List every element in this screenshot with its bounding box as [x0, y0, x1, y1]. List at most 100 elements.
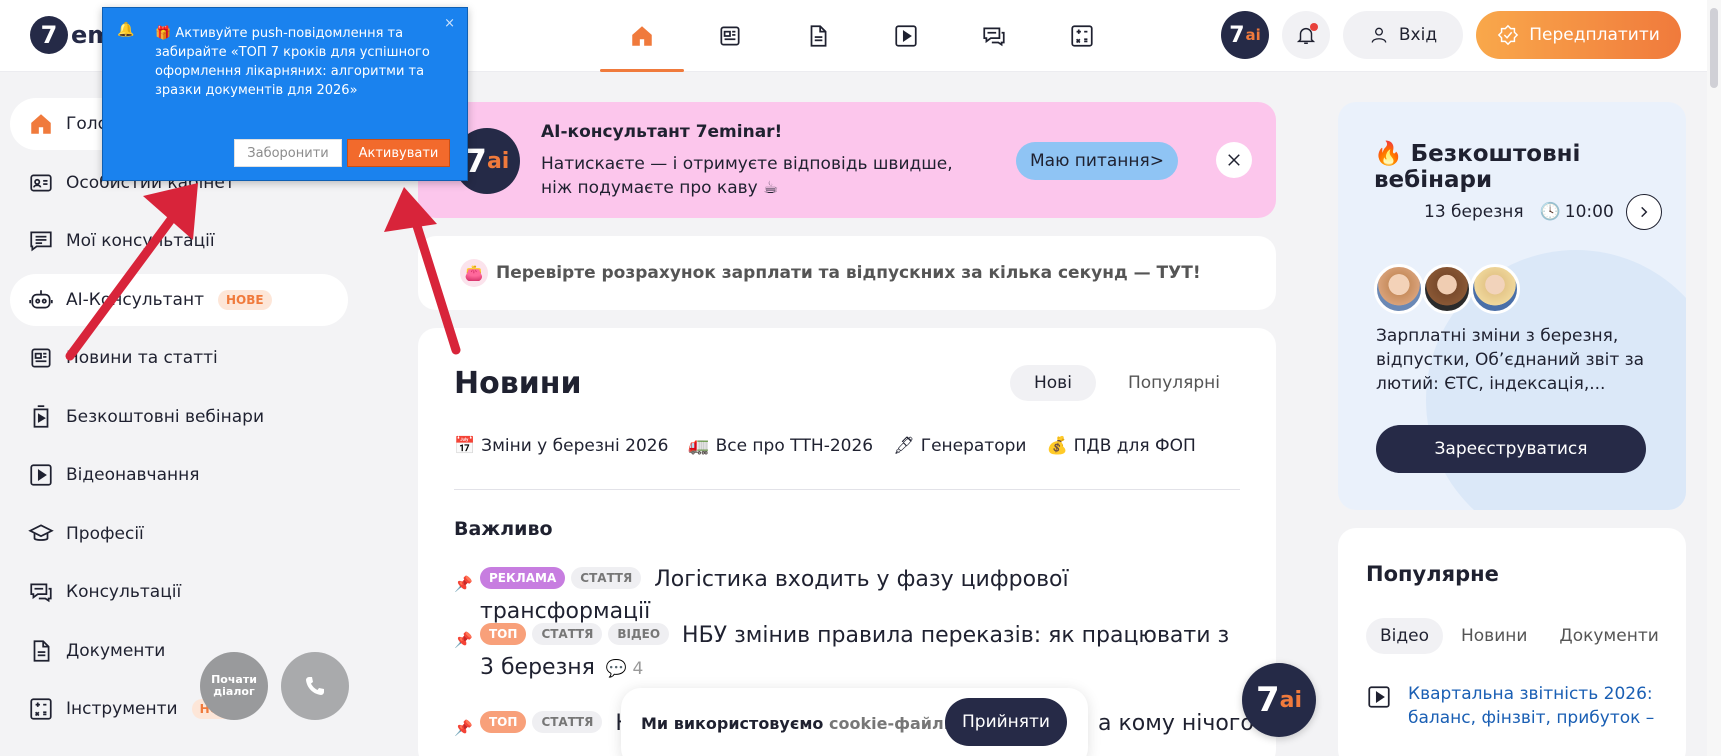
tab-documents[interactable]: Документи	[1545, 618, 1672, 654]
tab-popular[interactable]: Популярні	[1104, 365, 1244, 401]
webinar-datetime: 13 березня 🕓 10:00	[1424, 202, 1614, 222]
sidebar-item-consultations[interactable]: Консультації	[10, 566, 348, 618]
close-icon[interactable]: ×	[444, 16, 455, 31]
tab-news[interactable]: Новини	[1447, 618, 1541, 654]
register-button[interactable]: Зареєструватися	[1376, 425, 1646, 473]
scrollbar-thumb[interactable]	[1710, 8, 1718, 88]
sidebar: Голо Особистий кабінет Мої консультації …	[10, 98, 350, 742]
salary-calc-banner[interactable]: 👛 Перевірте розрахунок зарплати та відпу…	[418, 236, 1276, 310]
divider	[454, 489, 1240, 490]
nav-tools-icon[interactable]	[1038, 0, 1126, 72]
avatar	[1374, 264, 1424, 314]
important-heading: Важливо	[454, 518, 553, 540]
sidebar-item-label: Інструменти	[66, 699, 178, 719]
topic-link[interactable]: 💰 ПДВ для ФОП	[1046, 436, 1195, 456]
page-scrollbar[interactable]	[1707, 0, 1721, 756]
logo[interactable]: 7 em	[30, 16, 112, 54]
sidebar-item-label: Консультації	[66, 582, 182, 602]
popular-item[interactable]: Квартальна звітність 2026: баланс, фінзв…	[1366, 682, 1666, 730]
graduation-icon	[28, 523, 54, 541]
popular-section: Популярне Відео Новини Документи Квартал…	[1338, 528, 1686, 756]
topic-label: Зміни у березні 2026	[481, 436, 669, 456]
subscribe-label: Передплатити	[1529, 25, 1660, 45]
nav-document-icon[interactable]	[774, 0, 862, 72]
news-item-title: Логістика входить у фазу цифрової трансф…	[480, 567, 1069, 624]
tag-ad: РЕКЛАМА	[480, 567, 566, 589]
cookie-text: Ми використовуємо cookie-файли	[641, 714, 955, 733]
sidebar-item-label: Новини та статті	[66, 348, 218, 368]
webinar-description: Зарплатні зміни з березня, відпустки, Об…	[1376, 326, 1645, 394]
sidebar-item-video[interactable]: Відеонавчання	[10, 449, 348, 501]
truck-icon: 🚛	[688, 436, 710, 456]
cookie-link[interactable]: cookie-файли	[829, 714, 955, 733]
logo-mark: 7	[30, 16, 68, 54]
sidebar-item-label: Документи	[66, 640, 166, 661]
ai-banner-logo-mark: 7	[464, 142, 487, 180]
news-item[interactable]: 📌 ТОП СТАТТЯ ВІДЕО НБУ змінив правила пере…	[454, 620, 1244, 685]
webinar-icon	[33, 404, 49, 428]
webinar-date: 13 березня	[1424, 202, 1524, 222]
accept-cookies-button[interactable]: Прийняти	[945, 698, 1067, 746]
notification-dot	[1310, 23, 1318, 31]
nav-home-icon[interactable]	[598, 0, 686, 72]
topic-label: Генератори	[920, 436, 1027, 456]
subscribe-button[interactable]: Передплатити	[1476, 11, 1681, 59]
sidebar-item-webinars[interactable]: Безкоштовні вебінари	[10, 391, 348, 443]
activate-button[interactable]: Активувати	[347, 139, 450, 167]
ai-banner-logo-ai: ai	[486, 148, 510, 174]
nav-consult-icon[interactable]	[950, 0, 1038, 72]
sidebar-item-news[interactable]: Новини та статті	[10, 332, 348, 384]
next-webinar-button[interactable]	[1626, 194, 1662, 230]
bell-icon: 🔔	[117, 22, 135, 38]
ai-badge-suffix: ai	[1245, 26, 1261, 44]
money-bag-icon: 💰	[1046, 436, 1068, 456]
new-badge: НОВЕ	[218, 289, 272, 310]
notifications-button[interactable]	[1282, 11, 1330, 59]
topic-link[interactable]: 🖋 Генератори	[893, 436, 1026, 456]
deny-button[interactable]: Заборонити	[234, 139, 342, 167]
ask-question-button[interactable]: Маю питання>	[1016, 142, 1178, 180]
popular-item-title: Квартальна звітність 2026: баланс, фінзв…	[1408, 684, 1655, 728]
sidebar-item-ai-consultant[interactable]: AI-Консультант НОВЕ	[10, 273, 348, 326]
news-tabs: Нові Популярні	[1010, 365, 1244, 401]
avatar	[1422, 264, 1472, 314]
floating-ai-mark: 7	[1255, 680, 1280, 720]
pen-icon: 🖋	[893, 436, 915, 456]
login-button[interactable]: Вхід	[1343, 11, 1463, 59]
topic-links: 📅 Зміни у березні 2026 🚛 Все про ТТН-2026 …	[454, 436, 1196, 456]
topic-label: ПДВ для ФОП	[1073, 436, 1196, 456]
phone-icon	[306, 677, 324, 695]
nav-video-icon[interactable]	[862, 0, 950, 72]
call-button[interactable]	[281, 652, 349, 720]
robot-icon	[29, 289, 53, 308]
ai-badge-mark: 7	[1229, 22, 1245, 48]
sidebar-item-label: Мої консультації	[66, 231, 215, 251]
tag-article: СТАТТЯ	[532, 623, 603, 645]
webinar-card: 🔥 Безкоштовні вебінари 13 березня 🕓 10:0…	[1338, 102, 1686, 510]
badge-check-icon	[1498, 24, 1519, 46]
calc-banner-text: Перевірте розрахунок зарплати та відпуск…	[496, 263, 1201, 283]
news-title: Новини	[454, 366, 582, 401]
close-icon	[1228, 154, 1240, 166]
close-banner-button[interactable]	[1216, 142, 1252, 178]
tab-new[interactable]: Нові	[1010, 365, 1096, 401]
start-chat-button[interactable]: Почати діалог	[200, 652, 268, 720]
news-icon	[31, 348, 51, 368]
sidebar-item-label: Відеонавчання	[66, 465, 200, 485]
topic-link[interactable]: 📅 Зміни у березні 2026	[454, 436, 668, 456]
topic-link[interactable]: 🚛 Все про ТТН-2026	[688, 436, 873, 456]
ai-consultant-badge[interactable]: 7 ai	[1221, 11, 1269, 59]
floating-ai-button[interactable]: 7 ai	[1242, 663, 1316, 737]
webinar-title: 🔥 Безкоштовні вебінари	[1374, 141, 1581, 193]
document-icon	[33, 639, 50, 662]
top-nav	[598, 0, 1126, 72]
user-icon	[1371, 27, 1387, 43]
cookie-banner: Ми використовуємо cookie-файли Прийняти	[621, 688, 1088, 756]
sidebar-item-professions[interactable]: Професії	[10, 508, 348, 560]
webinar-time: 10:00	[1564, 202, 1614, 222]
tab-video[interactable]: Відео	[1366, 618, 1443, 654]
nav-news-icon[interactable]	[686, 0, 774, 72]
avatar	[1470, 264, 1520, 314]
news-item[interactable]: 📌 РЕКЛАМА СТАТТЯ Логістика входить у фазу…	[454, 564, 1244, 628]
sidebar-item-my-consultations[interactable]: Мої консультації	[10, 215, 348, 267]
